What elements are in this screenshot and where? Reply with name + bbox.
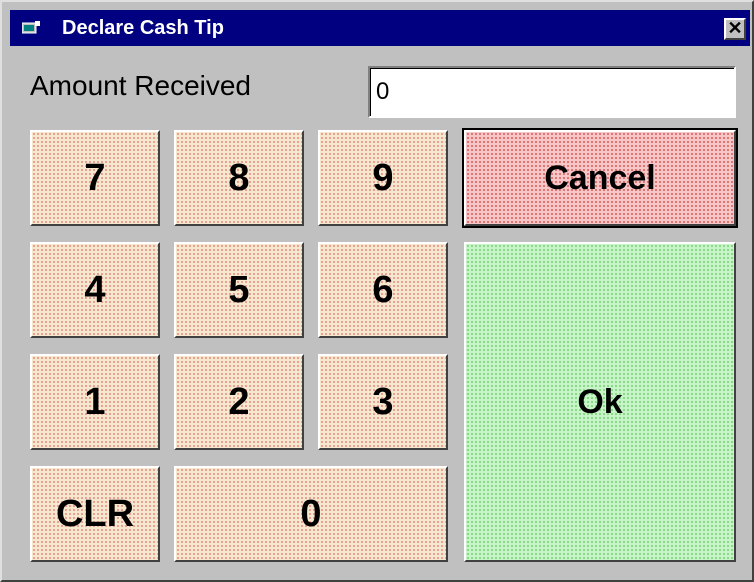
key-5[interactable]: 5 <box>174 242 304 338</box>
key-4[interactable]: 4 <box>30 242 160 338</box>
clear-button[interactable]: CLR <box>30 466 160 562</box>
cancel-button[interactable]: Cancel <box>462 128 738 228</box>
key-9[interactable]: 9 <box>318 130 448 226</box>
close-button[interactable]: ✕ <box>724 18 746 40</box>
amount-received-input[interactable] <box>368 66 736 118</box>
key-1[interactable]: 1 <box>30 354 160 450</box>
amount-received-label: Amount Received <box>30 70 252 101</box>
key-7[interactable]: 7 <box>30 130 160 226</box>
title-bar[interactable]: Declare Cash Tip ✕ <box>10 10 750 46</box>
declare-cash-tip-dialog: Declare Cash Tip ✕ Amount Received 7 8 9… <box>0 0 754 582</box>
key-0[interactable]: 0 <box>174 466 448 562</box>
ok-button[interactable]: Ok <box>464 242 736 562</box>
key-8[interactable]: 8 <box>174 130 304 226</box>
key-2[interactable]: 2 <box>174 354 304 450</box>
app-icon <box>22 21 40 34</box>
key-6[interactable]: 6 <box>318 242 448 338</box>
key-3[interactable]: 3 <box>318 354 448 450</box>
window-title: Declare Cash Tip <box>62 17 224 39</box>
